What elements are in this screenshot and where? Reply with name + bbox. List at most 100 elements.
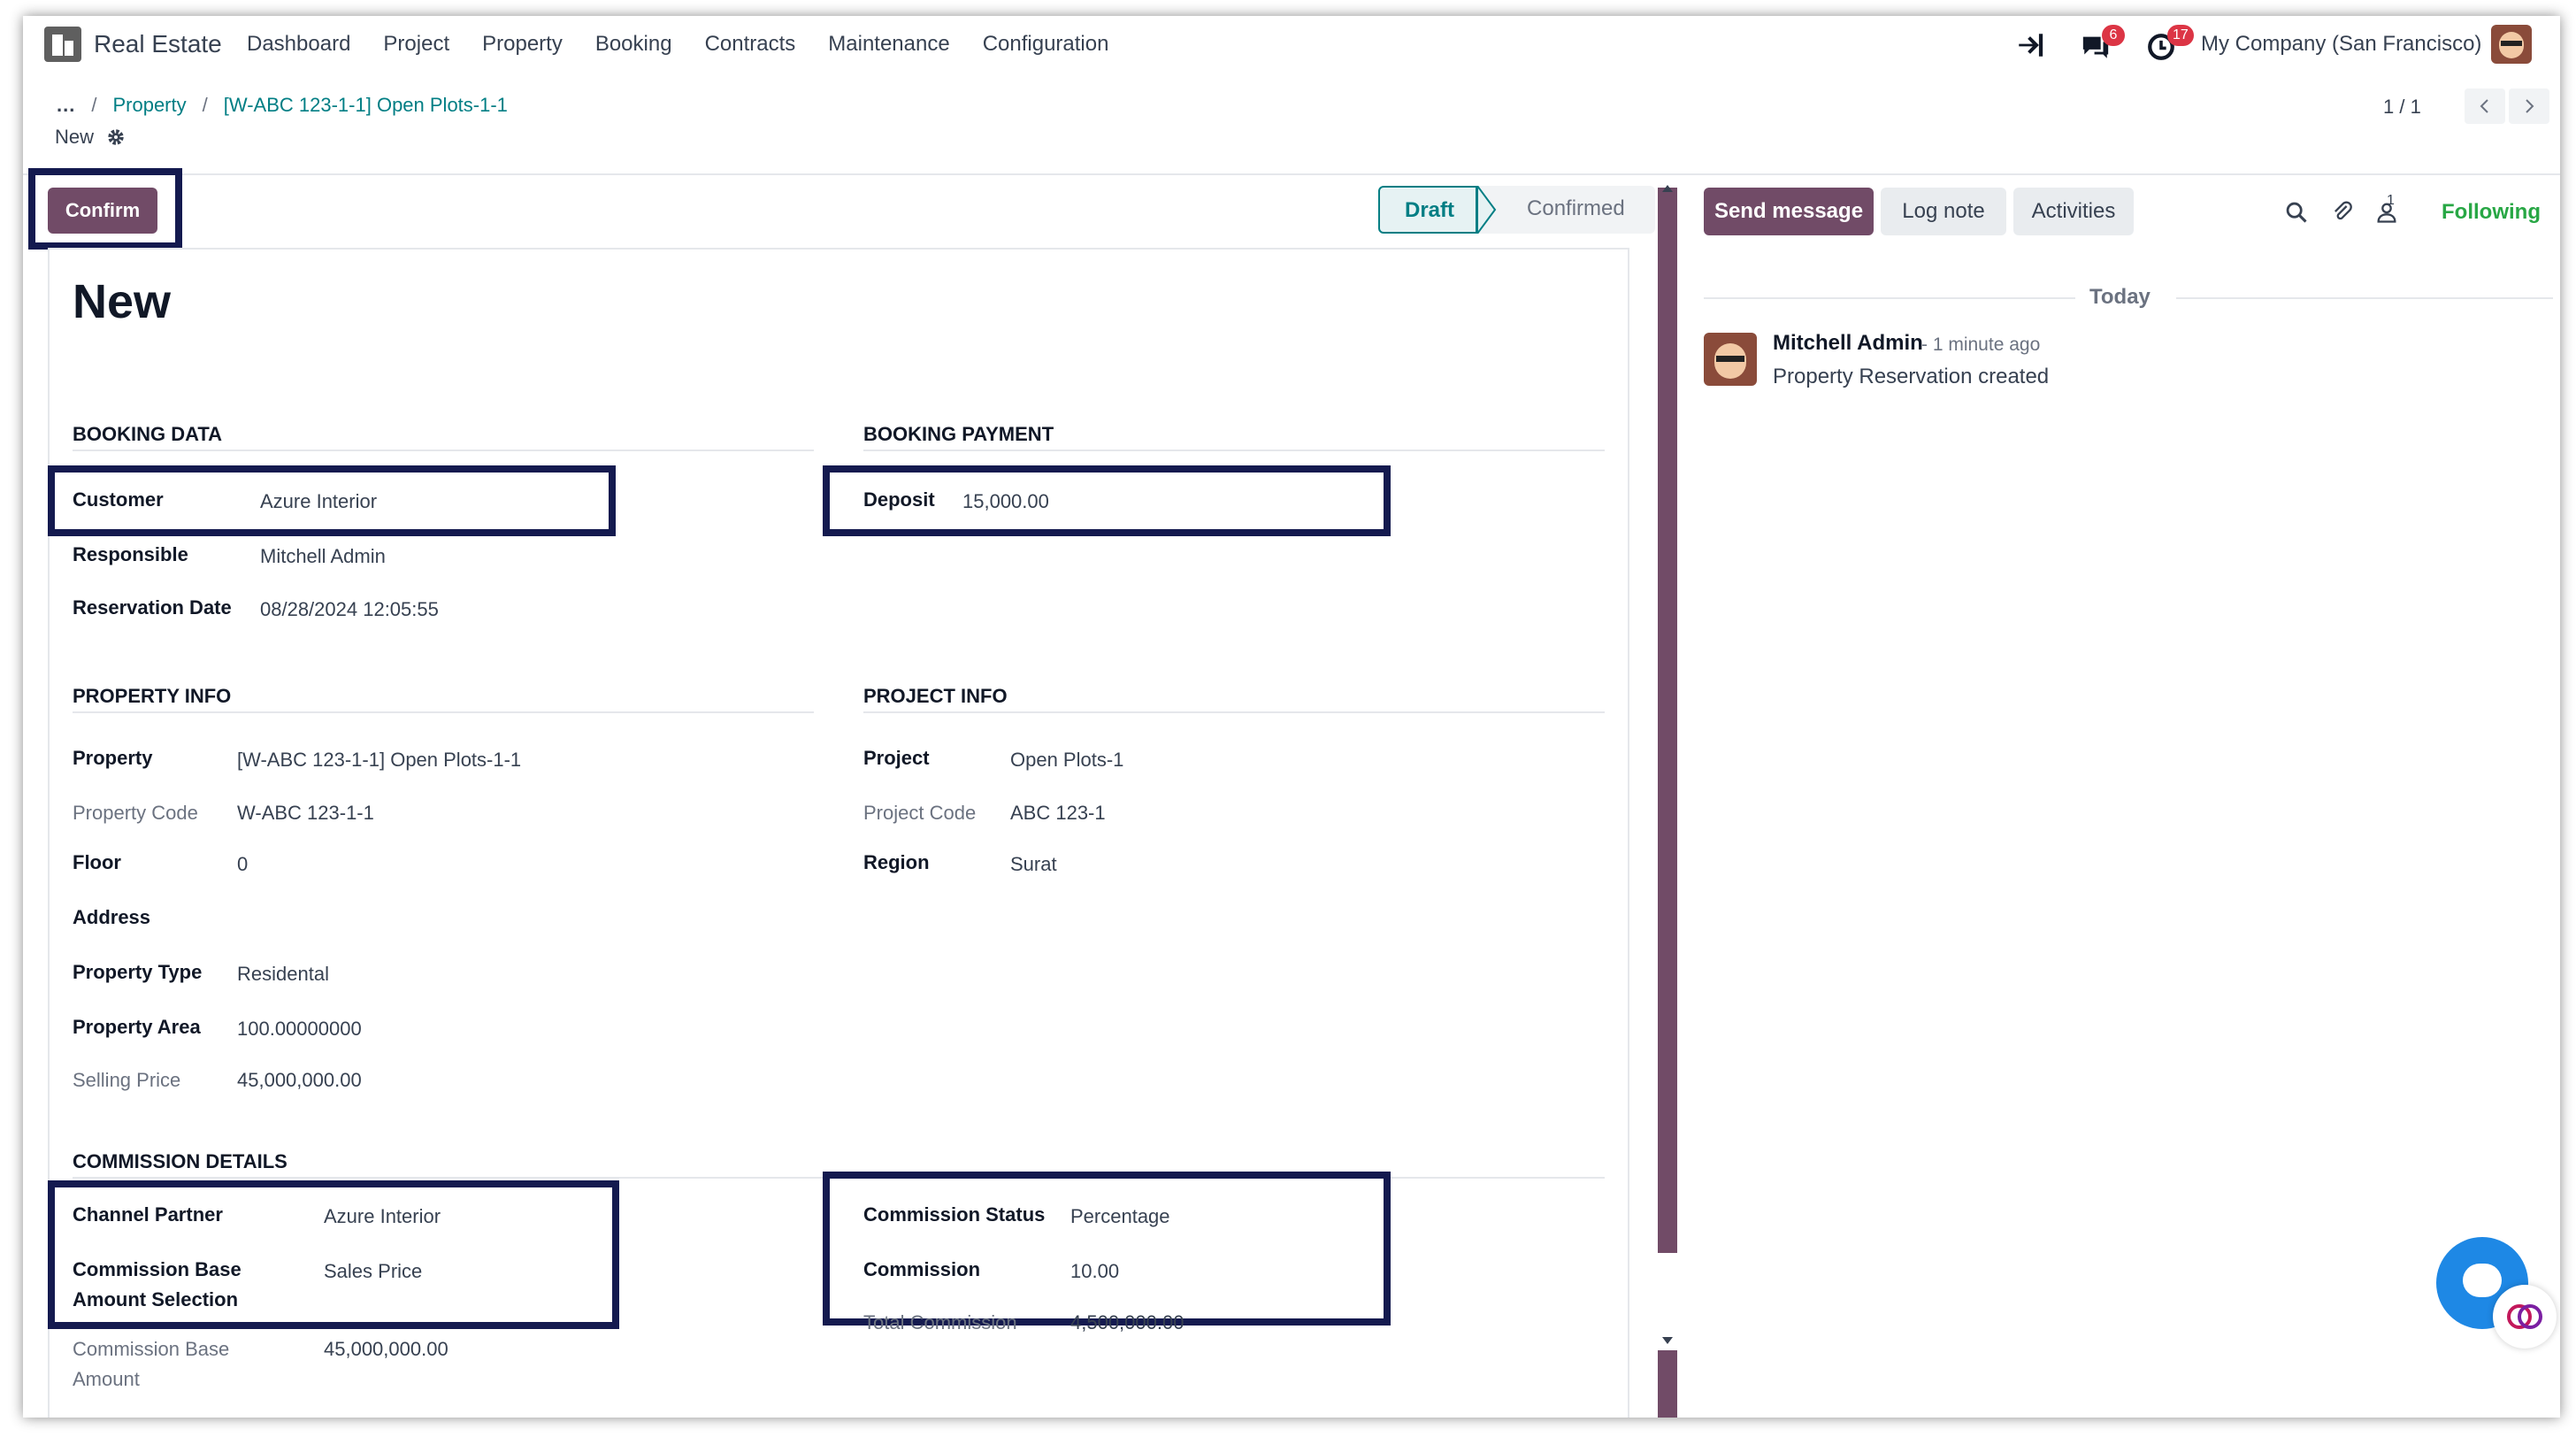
channel-partner-label: Channel Partner	[73, 1203, 223, 1226]
breadcrumb-separator: /	[202, 94, 208, 116]
floor-label: Floor	[73, 851, 121, 873]
real-estate-app-icon[interactable]	[44, 27, 81, 62]
selling-price-label: Selling Price	[73, 1069, 181, 1091]
region-label: Region	[863, 851, 930, 873]
commission-base-amount-label-1: Commission Base	[73, 1338, 230, 1360]
commission-status-label: Commission Status	[863, 1203, 1046, 1226]
section-booking-payment: BOOKING PAYMENT	[863, 423, 1054, 445]
property-area-field[interactable]: 100.00000000	[237, 1018, 362, 1041]
breadcrumb-property-record[interactable]: [W-ABC 123-1-1] Open Plots-1-1	[224, 94, 508, 117]
deposit-field[interactable]: 15,000.00	[962, 490, 1049, 513]
reservation-date-field[interactable]: 08/28/2024 12:05:55	[260, 598, 439, 621]
property-type-label: Property Type	[73, 961, 203, 983]
menu-dashboard[interactable]: Dashboard	[247, 32, 350, 57]
followers-count: 1	[2387, 193, 2395, 208]
breadcrumb-ellipsis[interactable]: ...	[57, 94, 75, 117]
region-field[interactable]: Surat	[1010, 853, 1057, 876]
customer-label: Customer	[73, 488, 164, 511]
login-arrow-icon[interactable]	[2015, 30, 2045, 60]
company-switcher[interactable]: My Company (San Francisco)	[2201, 32, 2481, 57]
section-divider	[863, 711, 1605, 713]
following-button[interactable]: Following	[2442, 200, 2541, 225]
scroll-down-icon[interactable]	[1661, 1334, 1674, 1347]
section-booking-data: BOOKING DATA	[73, 423, 223, 445]
day-divider	[1704, 297, 2075, 299]
log-note-button[interactable]: Log note	[1881, 188, 2006, 235]
customer-field[interactable]: Azure Interior	[260, 490, 377, 513]
stage-arrow	[1477, 186, 1498, 234]
property-type-field[interactable]: Residental	[237, 963, 329, 986]
commission-base-selection-label-1: Commission Base	[73, 1258, 242, 1280]
pager-next-button[interactable]	[2509, 88, 2549, 124]
user-avatar[interactable]	[2491, 25, 2532, 64]
breadcrumb: ... / Property / [W-ABC 123-1-1] Open Pl…	[57, 94, 508, 117]
message-time: - 1 minute ago	[1921, 334, 2041, 355]
control-panel-divider	[23, 173, 2560, 175]
property-label: Property	[73, 747, 153, 769]
project-code-field: ABC 123-1	[1010, 802, 1106, 824]
app-name[interactable]: Real Estate	[94, 30, 222, 58]
top-navbar: Real Estate Dashboard Project Property B…	[23, 16, 2560, 73]
confirm-button[interactable]: Confirm	[48, 188, 157, 234]
send-message-button[interactable]: Send message	[1704, 188, 1874, 235]
menu-booking[interactable]: Booking	[595, 32, 672, 57]
ai-assistant-icon[interactable]	[2493, 1285, 2557, 1349]
section-commission-details: COMMISSION DETAILS	[73, 1150, 288, 1172]
breadcrumb-property[interactable]: Property	[112, 94, 186, 117]
responsible-field[interactable]: Mitchell Admin	[260, 545, 386, 568]
address-label: Address	[73, 906, 151, 928]
activities-badge: 17	[2167, 25, 2194, 46]
commission-field[interactable]: 10.00	[1070, 1260, 1119, 1283]
activities-button[interactable]: Activities	[2013, 188, 2134, 235]
record-title: New	[73, 275, 172, 328]
property-field[interactable]: [W-ABC 123-1-1] Open Plots-1-1	[237, 749, 521, 772]
pager-value[interactable]: 1 / 1	[2383, 96, 2421, 119]
commission-base-amount-label-2: Amount	[73, 1368, 140, 1390]
commission-label: Commission	[863, 1258, 981, 1280]
commission-base-selection-label-2: Amount Selection	[73, 1288, 239, 1310]
menu-maintenance[interactable]: Maintenance	[828, 32, 949, 57]
channel-partner-field[interactable]: Azure Interior	[324, 1205, 441, 1228]
total-commission-field: 4,500,000.00	[1070, 1311, 1184, 1333]
project-label: Project	[863, 747, 930, 769]
stage-draft[interactable]: Draft	[1378, 186, 1478, 234]
menu-configuration[interactable]: Configuration	[983, 32, 1109, 57]
message-body: Property Reservation created	[1773, 365, 2050, 388]
day-divider	[2176, 297, 2553, 299]
commission-status-field[interactable]: Percentage	[1070, 1205, 1170, 1228]
brain-icon	[2507, 1304, 2542, 1329]
reservation-date-label: Reservation Date	[73, 596, 232, 619]
section-divider	[863, 450, 1605, 451]
commission-base-selection-field[interactable]: Sales Price	[324, 1260, 422, 1283]
gear-icon[interactable]	[106, 127, 126, 147]
messages-badge: 6	[2102, 25, 2125, 46]
section-property-info: PROPERTY INFO	[73, 685, 232, 707]
status-bar: Draft Confirmed	[1378, 186, 1655, 234]
message-author-avatar[interactable]	[1704, 333, 1757, 386]
paperclip-icon[interactable]	[2330, 200, 2355, 225]
menu-project[interactable]: Project	[383, 32, 449, 57]
selling-price-field: 45,000,000.00	[237, 1069, 362, 1091]
responsible-label: Responsible	[73, 543, 188, 565]
deposit-label: Deposit	[863, 488, 935, 511]
project-field[interactable]: Open Plots-1	[1010, 749, 1123, 772]
form-scrollbar[interactable]	[1658, 188, 1677, 1418]
pager-previous-button[interactable]	[2465, 88, 2505, 124]
chevron-left-icon	[2480, 99, 2488, 113]
breadcrumb-separator: /	[91, 94, 97, 116]
property-code-field: W-ABC 123-1-1	[237, 802, 374, 824]
scroll-up-icon[interactable]	[1661, 182, 1674, 195]
menu-contracts[interactable]: Contracts	[705, 32, 796, 57]
floor-field[interactable]: 0	[237, 853, 248, 876]
menu-property[interactable]: Property	[482, 32, 563, 57]
chevron-right-icon	[2526, 99, 2534, 113]
search-icon[interactable]	[2284, 200, 2309, 225]
stage-confirmed[interactable]: Confirmed	[1497, 186, 1655, 234]
highlight-commission-status	[823, 1172, 1391, 1326]
message-author[interactable]: Mitchell Admin	[1773, 331, 1923, 356]
app-window: Real Estate Dashboard Project Property B…	[23, 16, 2560, 1418]
project-code-label: Project Code	[863, 802, 977, 824]
property-code-label: Property Code	[73, 802, 198, 824]
property-area-label: Property Area	[73, 1016, 201, 1038]
commission-base-amount-field: 45,000,000.00	[324, 1338, 448, 1360]
